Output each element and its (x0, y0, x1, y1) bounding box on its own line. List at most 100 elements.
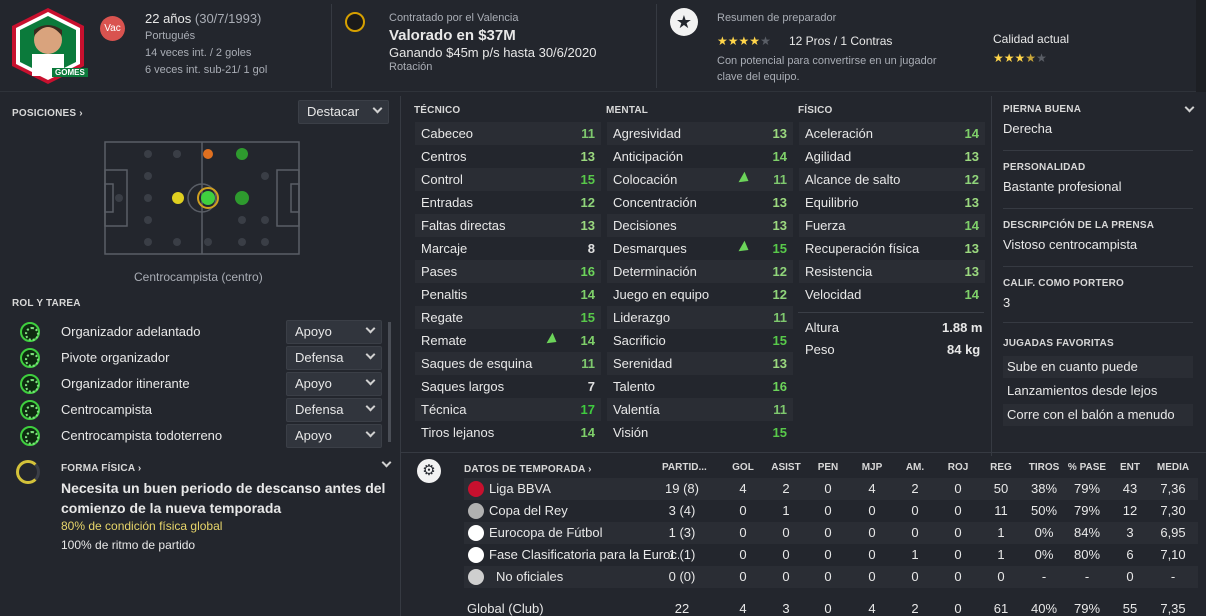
attribute-row[interactable]: Desmarques 15 (607, 237, 793, 260)
season-row[interactable]: Copa del Rey 3 (4) 0 1 0 0 0 0 11 50% 79% 12 7,30 (464, 500, 1198, 522)
season-cell: 0% (1034, 525, 1054, 540)
highlight-dropdown[interactable]: Destacar (298, 100, 389, 124)
attribute-row[interactable]: Serenidad 13 (607, 352, 793, 375)
attribute-row[interactable]: Velocidad 14 (799, 283, 985, 306)
season-row[interactable]: Liga BBVA 19 (8) 4 2 0 4 2 0 50 38% 79% 43 7,36 (464, 478, 1198, 500)
season-column-header[interactable]: PARTID... (662, 462, 707, 473)
season-title[interactable]: DATOS DE TEMPORADA › (464, 464, 592, 475)
season-cell: 40% (1030, 601, 1058, 616)
competition-name[interactable]: Eurocopa de Fútbol (489, 522, 679, 544)
attribute-row[interactable]: Juego en equipo 12 (607, 283, 793, 306)
season-row[interactable]: Fase Clasificatoria para la Euroc... 1 (1… (464, 544, 1198, 566)
attribute-name: Velocidad (805, 287, 862, 302)
season-row[interactable]: Eurocopa de Fútbol 1 (3) 0 0 0 0 0 0 1 0% 84% 3 6,95 (464, 522, 1198, 544)
season-cell: 0 (954, 481, 962, 496)
attribute-row[interactable]: Determinación 12 (607, 260, 793, 283)
attribute-name: Remate (421, 333, 467, 348)
attribute-row[interactable]: Concentración 13 (607, 191, 793, 214)
attribute-row[interactable]: Equilibrio 13 (799, 191, 985, 214)
status-badge[interactable]: Vac (100, 16, 125, 41)
duty-dropdown[interactable]: Apoyo (286, 372, 382, 396)
star-icon[interactable]: ★ (670, 8, 698, 36)
season-column-header[interactable]: ENT (1110, 462, 1150, 473)
season-row[interactable]: No oficiales 0 (0) 0 0 0 0 0 0 0 - - 0 - (464, 566, 1198, 588)
season-column-header[interactable]: GOL (723, 462, 763, 473)
season-column-header[interactable]: MJP (852, 462, 892, 473)
season-cell: 3 (4) (668, 503, 696, 518)
attribute-row[interactable]: Talento 16 (607, 375, 793, 398)
role-row[interactable]: Centrocampista todoterreno Apoyo (12, 424, 384, 448)
attribute-row[interactable]: Tiros lejanos 14 (415, 421, 601, 444)
attribute-row[interactable]: Agresividad 13 (607, 122, 793, 145)
attribute-row[interactable]: Remate 14 (415, 329, 601, 352)
duty-dropdown[interactable]: Defensa (286, 398, 382, 422)
attribute-value: 12 (580, 195, 595, 210)
competition-name[interactable]: Liga BBVA (489, 478, 679, 500)
duty-dropdown[interactable]: Defensa (286, 346, 382, 370)
attribute-row[interactable]: Técnica 17 (415, 398, 601, 421)
competition-name[interactable]: Copa del Rey (489, 500, 679, 522)
attribute-row[interactable]: Entradas 12 (415, 191, 601, 214)
season-cell: 19 (8) (665, 481, 699, 496)
season-cell: 4 (868, 481, 876, 496)
duty-dropdown[interactable]: Apoyo (286, 320, 382, 344)
attribute-row[interactable]: Resistencia 13 (799, 260, 985, 283)
attribute-row[interactable]: Saques de esquina 11 (415, 352, 601, 375)
attribute-row[interactable]: Centros 13 (415, 145, 601, 168)
attribute-row[interactable]: Saques largos 7 (415, 375, 601, 398)
duty-dropdown[interactable]: Apoyo (286, 424, 382, 448)
press-label: DESCRIPCIÓN DE LA PRENSA (1003, 220, 1155, 231)
attribute-row[interactable]: Penaltis 14 (415, 283, 601, 306)
season-cell: 0 (824, 601, 832, 616)
attribute-row[interactable]: Agilidad 13 (799, 145, 985, 168)
attribute-name: Faltas directas (421, 218, 506, 233)
attribute-row[interactable]: Cabeceo 11 (415, 122, 601, 145)
attribute-row[interactable]: Regate 15 (415, 306, 601, 329)
attribute-row[interactable]: Valentía 11 (607, 398, 793, 421)
attribute-row[interactable]: Fuerza 14 (799, 214, 985, 237)
season-column-header[interactable]: PEN (808, 462, 848, 473)
role-row[interactable]: Organizador adelantado Apoyo (12, 320, 384, 344)
club-crest-icon[interactable] (345, 12, 365, 32)
fitness-title[interactable]: FORMA FÍSICA › (61, 463, 141, 474)
role-row[interactable]: Centrocampista Defensa (12, 398, 384, 422)
season-column-header[interactable]: TIROS (1024, 462, 1064, 473)
attribute-row[interactable]: Colocación 11 (607, 168, 793, 191)
settings-gear-icon[interactable]: ⚙ (417, 459, 441, 483)
attribute-row[interactable]: Aceleración 14 (799, 122, 985, 145)
season-column-header[interactable]: MEDIA (1153, 462, 1193, 473)
nationality[interactable]: Portugués (145, 30, 195, 42)
attribute-name: Alcance de salto (805, 172, 901, 187)
attribute-row[interactable]: Anticipación 14 (607, 145, 793, 168)
season-row[interactable]: Global (Club) 22 (12) 4 3 0 4 2 0 61 40% 79% 55 7,35 (464, 598, 1198, 616)
roles-scrollbar[interactable] (388, 322, 391, 442)
attribute-row[interactable]: Alcance de salto 12 (799, 168, 985, 191)
attribute-value: 12 (964, 172, 979, 187)
attribute-row[interactable]: Visión 15 (607, 421, 793, 444)
season-cell: 1 (782, 503, 790, 518)
competition-name[interactable]: Fase Clasificatoria para la Euroc... (489, 544, 679, 566)
season-cell: 1 (997, 547, 1005, 562)
role-suitability-icon (20, 400, 40, 420)
attribute-row[interactable]: Control 15 (415, 168, 601, 191)
attribute-row[interactable]: Sacrificio 15 (607, 329, 793, 352)
season-column-header[interactable]: ROJ (938, 462, 978, 473)
season-column-header[interactable]: % PASE (1067, 462, 1107, 473)
season-column-header[interactable]: REG (981, 462, 1021, 473)
role-row[interactable]: Pivote organizador Defensa (12, 346, 384, 370)
competition-name[interactable]: No oficiales (496, 566, 686, 588)
attribute-row[interactable]: Faltas directas 13 (415, 214, 601, 237)
pros-cons[interactable]: 12 Pros / 1 Contras (789, 34, 892, 48)
attribute-row[interactable]: Liderazgo 11 (607, 306, 793, 329)
attribute-row[interactable]: Recuperación física 13 (799, 237, 985, 260)
attribute-value: 15 (772, 425, 787, 440)
role-row[interactable]: Organizador itinerante Apoyo (12, 372, 384, 396)
season-cell: 0 (868, 525, 876, 540)
positions-title[interactable]: POSICIONES › (12, 108, 83, 119)
attribute-row[interactable]: Decisiones 13 (607, 214, 793, 237)
season-column-header[interactable]: AM. (895, 462, 935, 473)
attribute-row[interactable]: Pases 16 (415, 260, 601, 283)
attribute-row[interactable]: Marcaje 8 (415, 237, 601, 260)
season-column-header[interactable]: ASIST (766, 462, 806, 473)
collapse-chevron-icon[interactable] (381, 457, 392, 468)
